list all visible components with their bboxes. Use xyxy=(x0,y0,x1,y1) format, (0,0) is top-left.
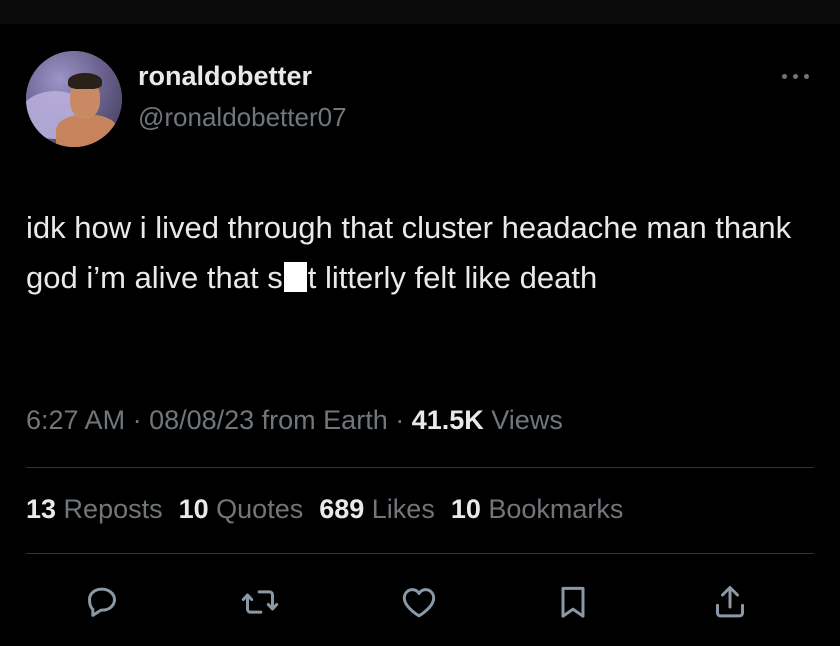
tweet-date[interactable]: 08/08/23 xyxy=(149,405,254,435)
reposts-stat[interactable]: 13 Reposts xyxy=(26,494,163,525)
user-handle[interactable]: @ronaldobetter07 xyxy=(138,102,347,133)
likes-stat[interactable]: 689 Likes xyxy=(319,494,435,525)
reposts-count: 13 xyxy=(26,494,57,524)
avatar-body xyxy=(56,115,118,147)
bookmarks-count: 10 xyxy=(450,494,481,524)
tweet-time[interactable]: 6:27 AM xyxy=(26,405,125,435)
likes-count: 689 xyxy=(319,494,365,524)
likes-label: Likes xyxy=(364,494,435,524)
tweet-text: idk how i lived through that cluster hea… xyxy=(26,203,816,303)
bookmark-icon xyxy=(561,586,585,618)
repost-button[interactable] xyxy=(240,582,280,622)
views-count: 41.5K xyxy=(411,405,484,435)
tweet-source: from Earth xyxy=(254,405,388,435)
reposts-label: Reposts xyxy=(56,494,163,524)
bookmarks-label: Bookmarks xyxy=(480,494,624,524)
meta-separator: · xyxy=(125,405,150,435)
tweet-card: ronaldobetter @ronaldobetter07 idk how i… xyxy=(0,0,840,646)
engagement-stats: 13 Reposts 10 Quotes 689 Likes 10 Bookmarks xyxy=(26,494,639,525)
like-icon xyxy=(402,588,436,618)
meta-separator: · xyxy=(387,405,412,435)
tweet-text-part2: t litterly felt like death xyxy=(307,260,598,295)
quotes-count: 10 xyxy=(178,494,209,524)
like-button[interactable] xyxy=(399,582,439,622)
quotes-stat[interactable]: 10 Quotes xyxy=(179,494,304,525)
reply-button[interactable] xyxy=(82,582,122,622)
share-button[interactable] xyxy=(710,582,750,622)
repost-icon xyxy=(241,590,279,614)
share-icon xyxy=(716,586,744,618)
bookmarks-stat[interactable]: 10 Bookmarks xyxy=(451,494,624,525)
views-label: Views xyxy=(483,405,563,435)
avatar[interactable] xyxy=(26,51,122,147)
divider xyxy=(26,553,814,554)
tweet-meta: 6:27 AM · 08/08/23 from Earth · 41.5K Vi… xyxy=(26,405,563,436)
divider xyxy=(26,467,814,468)
avatar-hair xyxy=(68,73,102,89)
censor-block xyxy=(283,262,307,292)
more-options-icon[interactable] xyxy=(778,62,814,90)
bookmark-button[interactable] xyxy=(553,582,593,622)
display-name[interactable]: ronaldobetter xyxy=(138,61,312,92)
reply-icon xyxy=(88,587,116,617)
quotes-label: Quotes xyxy=(208,494,304,524)
